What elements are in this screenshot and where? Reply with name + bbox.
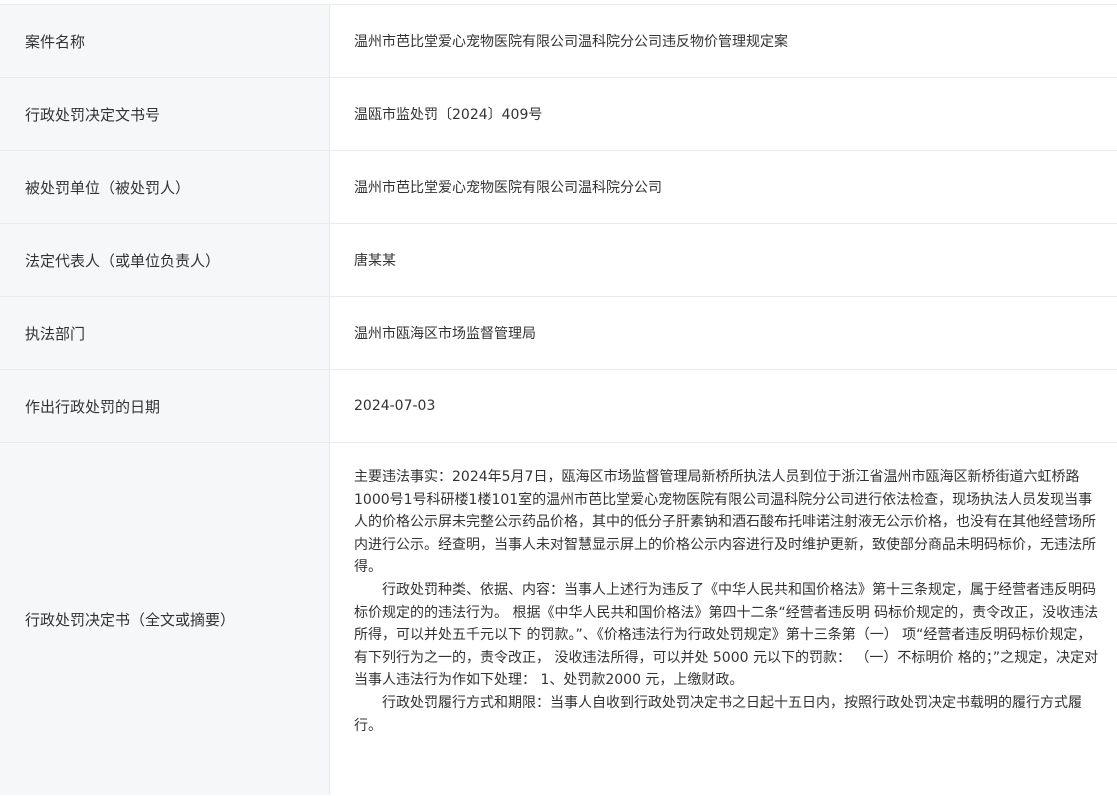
row-case-name: 案件名称 温州市芭比堂爱心宠物医院有限公司温科院分公司违反物价管理规定案 (0, 5, 1117, 78)
penalty-info-table: 案件名称 温州市芭比堂爱心宠物医院有限公司温科院分公司违反物价管理规定案 行政处… (0, 4, 1117, 795)
row-decision-text: 行政处罚决定书（全文或摘要） 主要违法事实：2024年5月7日，瓯海区市场监督管… (0, 443, 1117, 795)
value-decision-text: 主要违法事实：2024年5月7日，瓯海区市场监督管理局新桥所执法人员到位于浙江省… (330, 443, 1117, 795)
value-penalized-party: 温州市芭比堂爱心宠物医院有限公司温科院分公司 (354, 180, 662, 196)
label-decision-text: 行政处罚决定书（全文或摘要） (0, 443, 330, 795)
row-penalized-party: 被处罚单位（被处罚人） 温州市芭比堂爱心宠物医院有限公司温科院分公司 (0, 151, 1117, 224)
row-enforcement-department: 执法部门 温州市瓯海区市场监督管理局 (0, 297, 1117, 370)
label-legal-representative: 法定代表人（或单位负责人） (0, 224, 330, 296)
label-penalized-party: 被处罚单位（被处罚人） (0, 151, 330, 223)
paragraph-fulfillment: 行政处罚履行方式和期限：当事人自收到行政处罚决定书之日起十五日内，按照行政处罚决… (354, 694, 1082, 734)
row-document-number: 行政处罚决定文书号 温瓯市监处罚〔2024〕409号 (0, 78, 1117, 151)
paragraph-penalty-basis: 行政处罚种类、依据、内容：当事人上述行为违反了《中华人民共和国价格法》第十三条规… (354, 581, 1099, 689)
value-document-number: 温瓯市监处罚〔2024〕409号 (354, 107, 543, 123)
label-document-number: 行政处罚决定文书号 (0, 78, 330, 150)
value-enforcement-department: 温州市瓯海区市场监督管理局 (354, 326, 536, 342)
value-case-name: 温州市芭比堂爱心宠物医院有限公司温科院分公司违反物价管理规定案 (354, 34, 788, 50)
row-decision-date: 作出行政处罚的日期 2024-07-03 (0, 370, 1117, 443)
value-decision-date: 2024-07-03 (354, 398, 436, 414)
label-case-name: 案件名称 (0, 5, 330, 77)
paragraph-facts: 主要违法事实：2024年5月7日，瓯海区市场监督管理局新桥所执法人员到位于浙江省… (354, 469, 1096, 576)
label-decision-date: 作出行政处罚的日期 (0, 370, 330, 442)
label-enforcement-department: 执法部门 (0, 297, 330, 369)
value-legal-representative: 唐某某 (354, 253, 396, 269)
row-legal-representative: 法定代表人（或单位负责人） 唐某某 (0, 224, 1117, 297)
